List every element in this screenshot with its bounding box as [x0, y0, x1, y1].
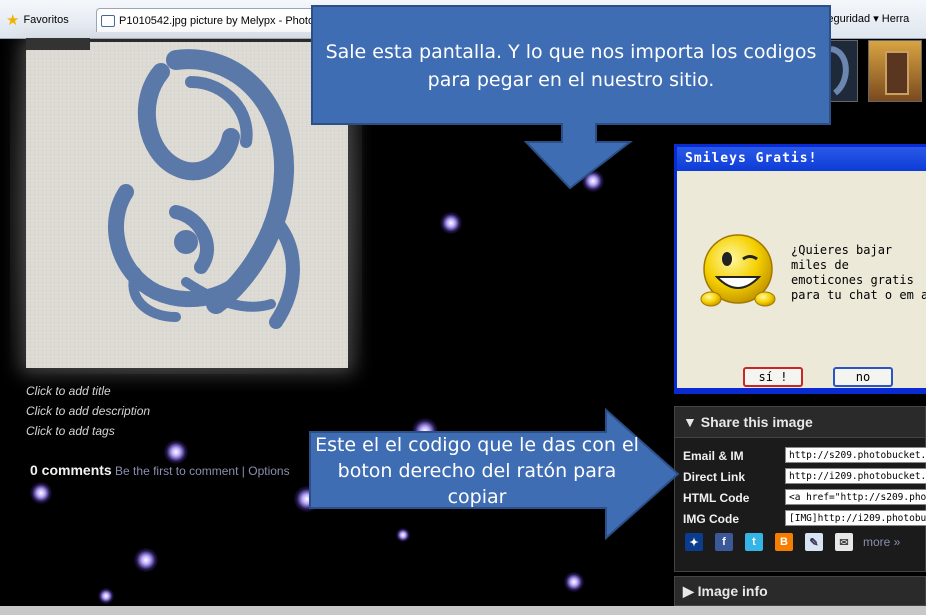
comments-count: 0 comments: [30, 462, 112, 478]
image-icon: [101, 14, 115, 27]
html-code-field[interactable]: <a href="http://s209.photobuc: [785, 489, 926, 505]
share-header[interactable]: ▼ Share this image: [675, 407, 925, 438]
attachment-icon[interactable]: ✎: [805, 533, 823, 551]
triangle-right-icon: ▶: [683, 583, 698, 599]
share-panel: ▼ Share this image Email & IM http://s20…: [674, 406, 926, 572]
myspace-icon[interactable]: ✦: [685, 533, 703, 551]
add-tags-link[interactable]: Click to add tags: [26, 424, 115, 438]
comments-bar: 0 comments Be the first to comment | Opt…: [30, 462, 290, 478]
yes-button[interactable]: sí !: [743, 367, 803, 387]
image-info-header[interactable]: ▶ Image info: [674, 576, 926, 606]
img-code-field[interactable]: [IMG]http://i209.photobucket.c: [785, 510, 926, 526]
triangle-down-icon: ▼: [683, 414, 701, 430]
no-button[interactable]: no: [833, 367, 893, 387]
annotation-top-text: Sale esta pantalla. Y lo que nos importa…: [325, 41, 817, 91]
popup-message: ¿Quieres bajar miles de emoticones grati…: [791, 243, 926, 302]
first-comment-link[interactable]: Be the first to comment: [115, 464, 238, 478]
email-im-label: Email & IM: [683, 449, 744, 463]
add-title-link[interactable]: Click to add title: [26, 384, 111, 398]
popup-body: ¿Quieres bajar miles de emoticones grati…: [677, 171, 926, 388]
thumbnail-image[interactable]: [868, 40, 922, 102]
annotation-arrow-down: [311, 5, 831, 190]
add-description-link[interactable]: Click to add description: [26, 404, 150, 418]
more-share-link[interactable]: more »: [863, 535, 900, 549]
html-code-label: HTML Code: [683, 491, 750, 505]
favorites-label: Favoritos: [23, 14, 69, 26]
comments-separator: |: [238, 464, 249, 478]
winking-smiley-icon: [700, 234, 776, 307]
facebook-icon[interactable]: f: [715, 533, 733, 551]
img-code-label: IMG Code: [683, 512, 739, 526]
image-info-label: Image info: [697, 583, 768, 599]
direct-link-field[interactable]: http://i209.photobucket.com/a: [785, 468, 926, 484]
browser-tab[interactable]: P1010542.jpg picture by Melypx - Photo: [96, 8, 318, 32]
share-header-label: Share this image: [700, 414, 813, 430]
door-shape: [885, 51, 909, 95]
email-im-field[interactable]: http://s209.photobucket.com/a: [785, 447, 926, 463]
favorites-button[interactable]: ★ Favoritos: [6, 10, 69, 30]
annotation-bottom-text: Este el el codigo que le das con el boto…: [315, 434, 639, 508]
twitter-icon[interactable]: t: [745, 533, 763, 551]
star-icon: ★: [6, 12, 20, 29]
direct-link-label: Direct Link: [683, 470, 746, 484]
photo-tab-strip: [26, 38, 90, 50]
options-link[interactable]: Options: [248, 464, 289, 478]
blogger-icon[interactable]: B: [775, 533, 793, 551]
tab-title: P1010542.jpg picture by Melypx - Photo: [119, 14, 315, 27]
email-icon[interactable]: ✉: [835, 533, 853, 551]
status-bar: [0, 606, 926, 615]
